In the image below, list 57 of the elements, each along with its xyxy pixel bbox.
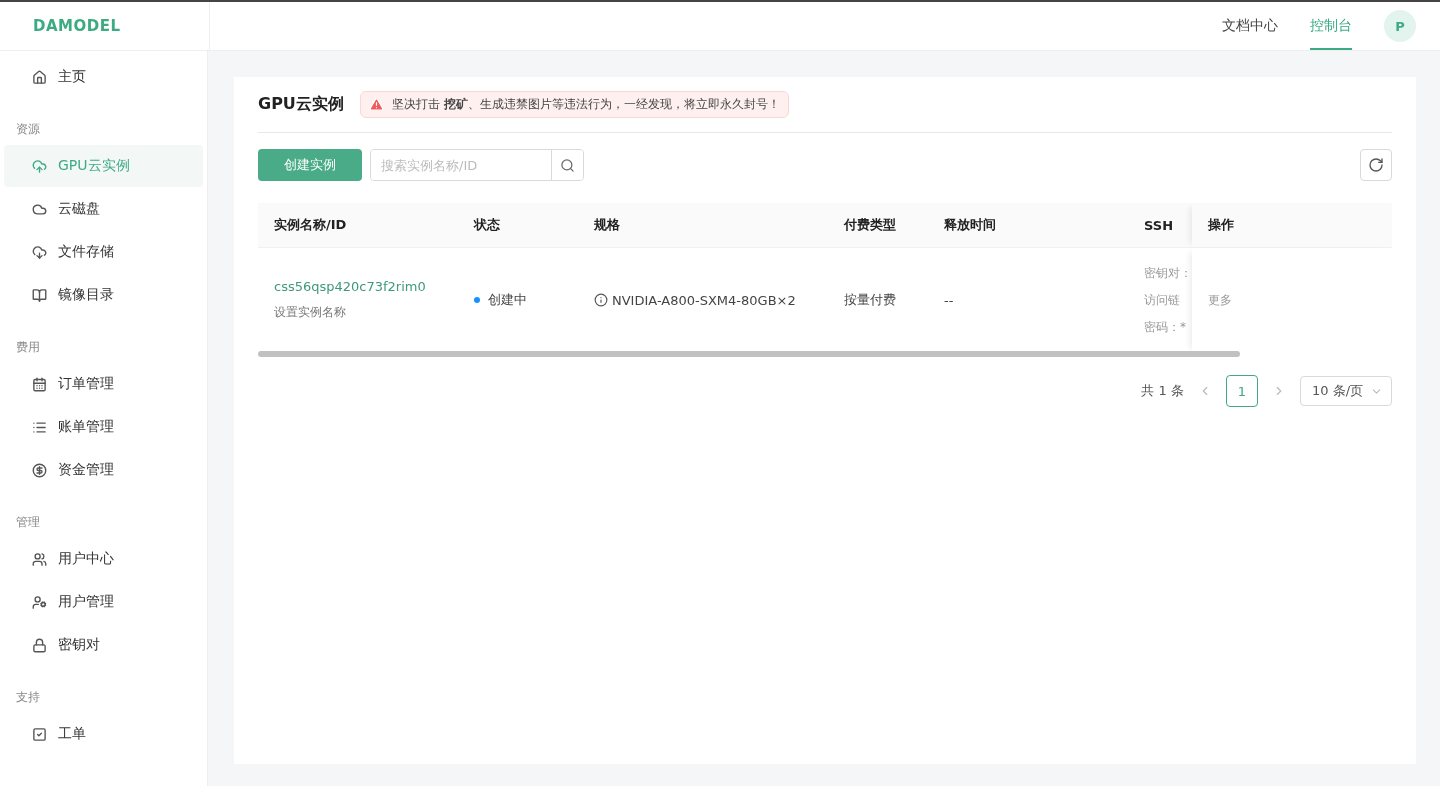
- refresh-button[interactable]: [1360, 149, 1392, 181]
- info-icon: [594, 293, 608, 307]
- set-name-link[interactable]: 设置实例名称: [274, 304, 458, 321]
- sidebar-item[interactable]: 资金管理: [4, 449, 203, 491]
- checkbox-icon: [32, 726, 47, 742]
- ssh-text: 访问链: [1144, 291, 1181, 309]
- coin-icon: [32, 462, 47, 478]
- sidebar-item[interactable]: 账单管理: [4, 406, 203, 448]
- status-text: 创建中: [488, 291, 527, 309]
- column-header: 状态: [458, 203, 578, 248]
- column-header: 释放时间: [928, 203, 1128, 248]
- cloud-icon: [32, 201, 47, 217]
- ssh-text: 密码：*: [1144, 318, 1187, 336]
- table-cell-text: 按量付费: [844, 291, 897, 309]
- cloud-upload-icon: [32, 158, 47, 174]
- nav-tab[interactable]: 文档中心: [1222, 2, 1278, 50]
- sidebar-item[interactable]: 主页: [4, 56, 203, 98]
- cloud-download-icon: [32, 244, 47, 260]
- sidebar-item[interactable]: 用户中心: [4, 538, 203, 580]
- column-header: 实例名称/ID: [258, 203, 458, 248]
- warning-icon: [368, 97, 384, 112]
- user-gear-icon: [32, 594, 47, 610]
- section-title: 资源: [15, 121, 41, 138]
- page-size-select[interactable]: 10 条/页: [1300, 376, 1392, 406]
- total-count: 共 1 条: [1141, 382, 1184, 400]
- calendar-icon: [32, 376, 47, 392]
- sidebar-item[interactable]: 镜像目录: [4, 274, 203, 316]
- sidebar-item[interactable]: 用户管理: [4, 581, 203, 623]
- sidebar-item[interactable]: 密钥对: [4, 624, 203, 666]
- search-icon: [560, 157, 575, 173]
- scrollbar-thumb[interactable]: [258, 351, 1240, 357]
- sidebar-item[interactable]: 文件存储: [4, 231, 203, 273]
- instance-id-link[interactable]: css56qsp420c73f2rim0: [274, 279, 458, 294]
- ssh-text: 密钥对：: [1144, 264, 1192, 282]
- sidebar-item[interactable]: 云磁盘: [4, 188, 203, 230]
- column-header: 操作: [1192, 203, 1392, 248]
- spec-text: NVIDIA-A800-SXM4-80GB×2: [612, 292, 796, 308]
- column-header: 付费类型: [828, 203, 928, 248]
- sidebar-item[interactable]: 工单: [4, 713, 203, 755]
- column-header: 规格: [578, 203, 828, 248]
- table-cell-text: --: [944, 292, 955, 308]
- book-icon: [32, 287, 47, 303]
- sidebar-item[interactable]: 订单管理: [4, 363, 203, 405]
- section-title: 支持: [15, 689, 41, 706]
- lock-icon: [32, 637, 47, 653]
- search-field[interactable]: 搜索实例名称/ID: [370, 149, 584, 181]
- column-header: SSH: [1128, 203, 1192, 248]
- list-icon: [32, 419, 47, 435]
- section-title: 费用: [15, 339, 41, 356]
- refresh-icon: [1368, 157, 1384, 173]
- logo: DAMODEL: [33, 17, 121, 35]
- house-icon: [32, 69, 47, 85]
- section-title: 管理: [15, 514, 41, 531]
- users-icon: [32, 551, 47, 567]
- warning-text: 坚决打击 挖矿、生成违禁图片等违法行为，一经发现，将立即永久封号！: [391, 96, 780, 113]
- search-button[interactable]: [551, 150, 583, 180]
- page-title: GPU云实例: [258, 94, 344, 115]
